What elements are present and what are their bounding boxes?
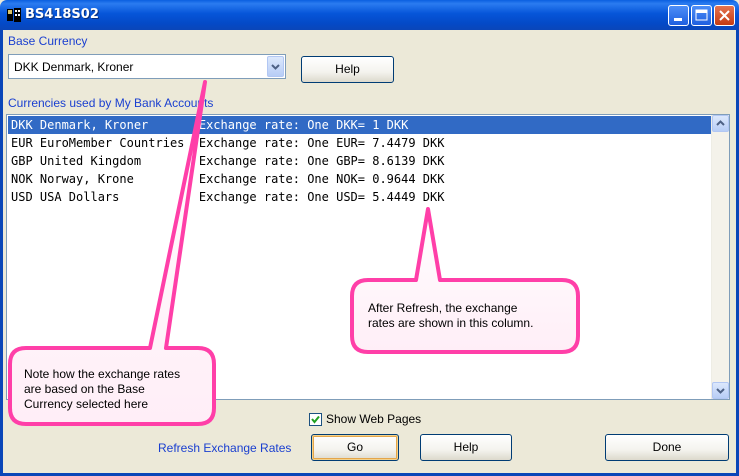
- left-callout-line-3: Currency selected here: [24, 397, 149, 411]
- right-callout-line-2: rates are shown in this column.: [368, 316, 534, 330]
- vertical-scrollbar[interactable]: [711, 115, 729, 399]
- scroll-down-icon: [716, 388, 725, 394]
- scroll-down-button[interactable]: [712, 382, 729, 399]
- chevron-down-icon: [271, 64, 280, 70]
- close-button[interactable]: [714, 5, 735, 26]
- list-item-eur[interactable]: EUR EuroMember Countries Exchange rate: …: [8, 134, 712, 152]
- list-item-gbp[interactable]: GBP United Kingdom Exchange rate: One GB…: [8, 152, 712, 170]
- show-web-pages-checkbox[interactable]: [309, 413, 322, 426]
- base-currency-label: Base Currency: [8, 34, 88, 48]
- minimize-button[interactable]: [668, 5, 689, 26]
- currency-rows: DKK Denmark, Kroner Exchange rate: One D…: [8, 116, 712, 206]
- checkmark-icon: [311, 415, 320, 424]
- dropdown-button[interactable]: [267, 56, 284, 77]
- scroll-up-button[interactable]: [712, 115, 729, 132]
- window-frame-left: [0, 30, 3, 476]
- right-callout-line-1: After Refresh, the exchange: [368, 301, 518, 315]
- list-item-usd[interactable]: USD USA Dollars Exchange rate: One USD= …: [8, 188, 712, 206]
- go-button[interactable]: Go: [311, 434, 399, 461]
- list-item-dkk[interactable]: DKK Denmark, Kroner Exchange rate: One D…: [8, 116, 712, 134]
- show-web-pages-label: Show Web Pages: [326, 412, 422, 426]
- maximize-icon: [695, 9, 708, 21]
- base-currency-value: DKK Denmark, Kroner: [14, 60, 134, 74]
- app-icon: [7, 8, 21, 22]
- currencies-list[interactable]: DKK Denmark, Kroner Exchange rate: One D…: [6, 114, 730, 400]
- help-button-top[interactable]: Help: [301, 56, 394, 83]
- refresh-label: Refresh Exchange Rates: [158, 441, 292, 455]
- list-item-nok[interactable]: NOK Norway, Krone Exchange rate: One NOK…: [8, 170, 712, 188]
- minimize-icon: [674, 18, 682, 21]
- help-button-bottom[interactable]: Help: [420, 434, 512, 461]
- maximize-button[interactable]: [691, 5, 712, 26]
- left-callout-line-2: are based on the Base: [24, 382, 145, 396]
- right-callout-text: After Refresh, the exchange rates are sh…: [368, 301, 533, 331]
- dialog-window: BS418S02 Base Currency DKK Denmark, Kron…: [0, 0, 739, 476]
- done-button[interactable]: Done: [605, 434, 729, 461]
- window-title: BS418S02: [25, 7, 99, 22]
- scroll-up-icon: [716, 120, 725, 126]
- title-bar[interactable]: BS418S02: [0, 0, 739, 30]
- currencies-label: Currencies used by My Bank Accounts: [8, 96, 214, 110]
- left-callout-text: Note how the exchange rates are based on…: [24, 367, 180, 412]
- left-callout-line-1: Note how the exchange rates: [24, 367, 181, 381]
- close-icon: [719, 10, 730, 21]
- base-currency-dropdown[interactable]: DKK Denmark, Kroner: [8, 54, 286, 79]
